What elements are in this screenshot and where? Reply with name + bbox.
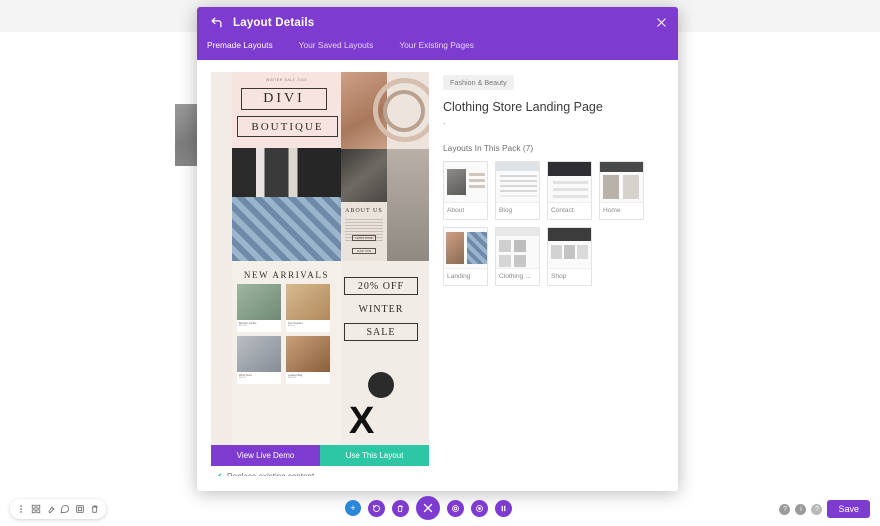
product-thumb <box>237 336 281 372</box>
checkmark-icon[interactable] <box>213 472 222 476</box>
preview-sale-label: WINTER SALE 2019 <box>265 78 308 82</box>
layout-thumb-label: Blog <box>496 202 539 219</box>
center-floating-toolbar: + <box>345 496 512 520</box>
preview-sale-line1: 20% OFF <box>344 277 418 295</box>
tab-premade-layouts[interactable]: Premade Layouts <box>207 38 287 53</box>
back-arrow-icon[interactable] <box>207 14 225 32</box>
product-price: $80.00 <box>288 325 295 327</box>
preview-product-card: Wool Scarf $45.00 <box>237 336 281 384</box>
pause-icon[interactable] <box>495 499 512 517</box>
product-price: $120.00 <box>239 325 247 327</box>
layout-preview-column: WINTER SALE 2019 DIVI BOUTIQUE ABOUT US … <box>211 72 429 476</box>
preview-divi-title: DIVI <box>241 88 327 110</box>
tab-your-existing-pages[interactable]: Your Existing Pages <box>399 38 488 53</box>
replace-existing-content-row[interactable]: Replace existing content <box>213 472 314 476</box>
preview-sale-line3: SALE <box>344 323 418 341</box>
replace-existing-content-label: Replace existing content <box>227 472 314 476</box>
left-floating-toolbar <box>10 499 106 519</box>
layout-info-column: Fashion & Beauty Clothing Store Landing … <box>443 72 663 287</box>
preview-badge-circle <box>368 372 394 398</box>
modal-title: Layout Details <box>233 16 315 29</box>
preview-icon[interactable] <box>471 499 488 517</box>
add-icon[interactable]: + <box>345 500 361 516</box>
close-icon[interactable] <box>654 16 668 30</box>
trash-icon[interactable] <box>392 499 409 517</box>
preview-boutique-title: BOUTIQUE <box>237 116 338 137</box>
layout-thumb-image <box>548 162 591 203</box>
preview-product-card: Knit Sweater $80.00 <box>286 284 330 332</box>
layout-thumb-image <box>444 162 487 203</box>
layout-thumb-about[interactable]: About <box>443 161 488 221</box>
layout-thumb-label: Clothing St... <box>496 268 539 285</box>
layout-thumb-label: Contact <box>548 202 591 219</box>
layout-thumb-image <box>496 228 539 269</box>
layout-thumb-shop[interactable]: Shop <box>547 227 592 287</box>
layout-details-modal: Layout Details Premade Layouts Your Save… <box>197 7 678 491</box>
layout-thumb-image <box>548 228 591 269</box>
settings-icon[interactable] <box>447 499 464 517</box>
layout-thumb-blog[interactable]: Blog <box>495 161 540 221</box>
screen: FROM LOCAL ARTISTS Layout Details Premad… <box>0 0 880 526</box>
product-thumb <box>237 284 281 320</box>
preview-about-title: ABOUT US <box>345 208 383 214</box>
product-price: $150.00 <box>288 377 296 379</box>
layout-thumb-label: Shop <box>548 268 591 285</box>
wrench-icon[interactable] <box>45 503 57 515</box>
modal-header: Layout Details <box>197 7 678 38</box>
preview-new-arrivals-title: NEW ARRIVALS <box>243 270 330 280</box>
layout-thumb-image <box>496 162 539 203</box>
layout-thumb-clothing-store[interactable]: Clothing St... <box>495 227 540 287</box>
use-this-layout-button[interactable]: Use This Layout <box>320 445 429 466</box>
preview-about-button-2: SHOP NOW <box>352 248 376 254</box>
hero-heading-line1: FROM LOCAL <box>215 520 533 526</box>
more-vertical-icon[interactable] <box>15 503 27 515</box>
preview-photo-dark <box>341 149 387 202</box>
layout-thumb-label: Home <box>600 202 643 219</box>
product-thumb <box>286 336 330 372</box>
preview-about-button-1: LEARN MORE <box>352 235 376 241</box>
modal-body: WINTER SALE 2019 DIVI BOUTIQUE ABOUT US … <box>197 60 678 491</box>
preview-action-buttons: View Live Demo Use This Layout <box>211 445 429 466</box>
layout-thumb-home[interactable]: Home <box>599 161 644 221</box>
layout-thumbnail-grid: About Blog Contact Home Landing Clothing… <box>443 161 649 287</box>
preview-sale-line2: WINTER <box>358 303 404 315</box>
comment-icon[interactable] <box>59 503 71 515</box>
layouts-in-pack-heading: Layouts In This Pack (7) <box>443 143 534 154</box>
grid-icon[interactable] <box>30 503 42 515</box>
view-live-demo-button[interactable]: View Live Demo <box>211 445 320 466</box>
info-icon[interactable]: i <box>795 503 807 515</box>
save-button[interactable]: Save <box>827 500 870 518</box>
layout-preview-image: WINTER SALE 2019 DIVI BOUTIQUE ABOUT US … <box>211 72 429 445</box>
category-badge: Fashion & Beauty <box>443 75 514 90</box>
product-price: $45.00 <box>239 377 246 379</box>
history-icon[interactable] <box>368 499 385 517</box>
tab-your-saved-layouts[interactable]: Your Saved Layouts <box>299 38 388 53</box>
product-thumb <box>286 284 330 320</box>
question-icon[interactable]: ? <box>811 503 823 515</box>
preview-product-card: Leather Bag $150.00 <box>286 336 330 384</box>
layout-thumb-image <box>600 162 643 203</box>
layout-thumb-label: About <box>444 202 487 219</box>
layout-thumb-label: Landing <box>444 268 487 285</box>
close-icon[interactable] <box>416 496 440 520</box>
layout-thumb-image <box>444 228 487 269</box>
preview-product-card: Bomber Jacket $120.00 <box>237 284 281 332</box>
modal-tabs: Premade Layouts Your Saved Layouts Your … <box>197 38 678 60</box>
right-floating-toolbar: ? i ? Save <box>779 500 870 518</box>
preview-arc-decoration <box>373 72 429 149</box>
layout-thumb-landing[interactable]: Landing <box>443 227 488 287</box>
preview-photo-plaid <box>232 197 341 261</box>
preview-x-graphic: X <box>349 400 375 442</box>
layers-icon[interactable] <box>74 503 86 515</box>
help-icon[interactable]: ? <box>779 503 791 515</box>
layout-thumb-contact[interactable]: Contact <box>547 161 592 221</box>
pack-title: Clothing Store Landing Page <box>443 100 603 114</box>
pack-description: - <box>443 119 446 128</box>
preview-photo-strip <box>232 148 341 197</box>
trash-icon[interactable] <box>89 503 101 515</box>
